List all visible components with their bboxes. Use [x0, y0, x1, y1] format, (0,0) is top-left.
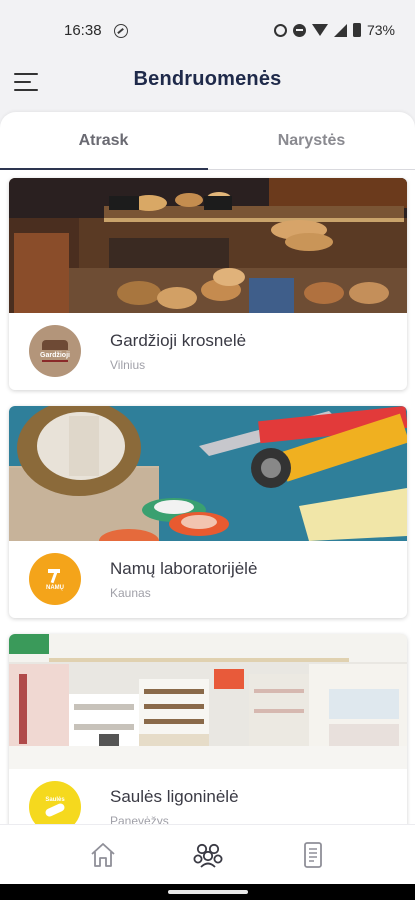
- community-cover-image: [9, 634, 407, 769]
- system-navigation-bar: [0, 884, 415, 900]
- community-cover-image: [9, 406, 407, 541]
- document-icon[interactable]: [295, 837, 331, 873]
- community-card[interactable]: Gardžioji Gardžioji krosnelė Vilnius: [9, 178, 407, 390]
- tab-bar: Atrask Narystės: [0, 112, 415, 170]
- app-header: Bendruomenės: [0, 62, 415, 112]
- tab-discover[interactable]: Atrask: [0, 112, 207, 170]
- status-time: 16:38: [64, 22, 102, 39]
- bottom-navigation: [0, 824, 415, 884]
- signal-icon: [333, 23, 347, 37]
- minus-circle-icon: [292, 23, 306, 37]
- community-card[interactable]: Saulės Saulės ligoninėlė Panevėžys: [9, 634, 407, 824]
- community-cover-image: [9, 178, 407, 313]
- community-logo: Gardžioji: [29, 325, 81, 377]
- community-name: Gardžioji krosnelė: [110, 331, 247, 350]
- community-logo: Saulės: [29, 781, 81, 824]
- pill-icon: [45, 803, 65, 817]
- community-name: Saulės ligoninėlė: [110, 787, 239, 806]
- community-logo: NAMŲ: [29, 553, 81, 605]
- tab-memberships[interactable]: Narystės: [208, 112, 415, 170]
- hammer-icon: [48, 568, 60, 583]
- page-title: Bendruomenės: [133, 68, 282, 90]
- gesture-handle[interactable]: [168, 890, 248, 894]
- home-icon[interactable]: [85, 837, 121, 873]
- status-bar: 16:38 73%: [0, 0, 415, 62]
- community-city: Vilnius: [110, 358, 146, 372]
- wifi-icon: [311, 24, 328, 36]
- community-feed[interactable]: Gardžioji Gardžioji krosnelė Vilnius NAM…: [0, 170, 415, 824]
- main-panel: Atrask Narystės Gardžioji Gardžioji kros…: [0, 112, 415, 900]
- community-icon[interactable]: [190, 837, 226, 873]
- community-city: Kaunas: [110, 586, 151, 600]
- battery-percentage: 73%: [366, 22, 395, 38]
- community-city: Panevėžys: [110, 814, 169, 824]
- community-name: Namų laboratorijėlė: [110, 559, 258, 578]
- do-not-disturb-icon: [114, 24, 128, 38]
- community-card[interactable]: NAMŲ Namų laboratorijėlė Kaunas: [9, 406, 407, 618]
- battery-icon: [352, 23, 361, 37]
- status-icons: 73%: [273, 22, 395, 38]
- alarm-icon: [273, 23, 287, 37]
